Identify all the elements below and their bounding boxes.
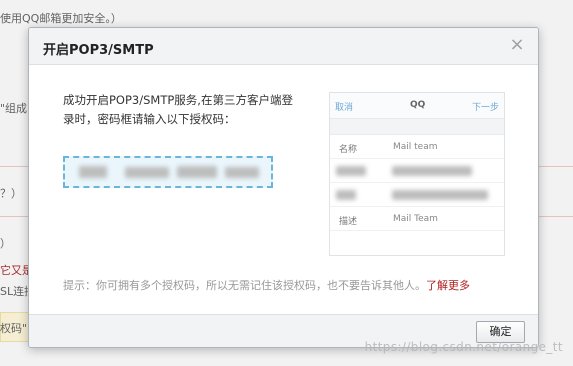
phone-row-name: 名称 Mail team <box>330 135 504 159</box>
phone-row-label: 名称 <box>339 145 358 155</box>
phone-row-description: 描述 Mail Team <box>330 207 504 231</box>
blurred-code <box>225 167 259 178</box>
watermark-text: https://blog.csdn.net/orange_tt <box>364 340 563 354</box>
tip-message: 提示：你可拥有多个授权码，所以无需记住该授权码，也不要告诉其他人。 <box>63 279 426 292</box>
blurred-value <box>392 190 488 200</box>
phone-row-label: 描述 <box>339 217 358 227</box>
phone-row-value: Mail team <box>393 142 438 152</box>
blurred-value <box>392 166 472 176</box>
phone-nav-bar: 取消 QQ 下一步 <box>330 93 504 119</box>
phone-row-value: Mail Team <box>393 214 438 224</box>
phone-next-label: 下一步 <box>471 103 499 113</box>
phone-screenshot-illustration: 取消 QQ 下一步 名称 Mail team 描述 Mail Team <box>329 92 505 256</box>
blurred-code <box>79 166 107 178</box>
tip-text: 提示：你可拥有多个授权码，所以无需记住该授权码，也不要告诉其他人。了解更多 <box>63 277 470 293</box>
learn-more-link[interactable]: 了解更多 <box>426 279 470 292</box>
close-icon[interactable]: × <box>508 36 526 54</box>
dialog-title: 开启POP3/SMTP <box>43 43 154 58</box>
phone-cancel-label: 取消 <box>335 103 354 113</box>
blurred-code <box>125 167 169 178</box>
phone-row-blurred <box>330 159 504 183</box>
success-message: 成功开启POP3/SMTP服务,在第三方客户端登录时，密码框请输入以下授权码： <box>63 93 293 126</box>
dialog-header: 开启POP3/SMTP × <box>29 28 538 65</box>
phone-gap <box>330 119 504 135</box>
phone-row-blurred <box>330 183 504 207</box>
phone-title-label: QQ <box>410 100 426 110</box>
blurred-label <box>336 190 356 200</box>
authorization-code-box <box>63 156 273 188</box>
blurred-label <box>336 166 366 176</box>
pop3-smtp-dialog: 开启POP3/SMTP × 成功开启POP3/SMTP服务,在第三方客户端登录时… <box>28 27 539 348</box>
blurred-code <box>177 166 217 178</box>
